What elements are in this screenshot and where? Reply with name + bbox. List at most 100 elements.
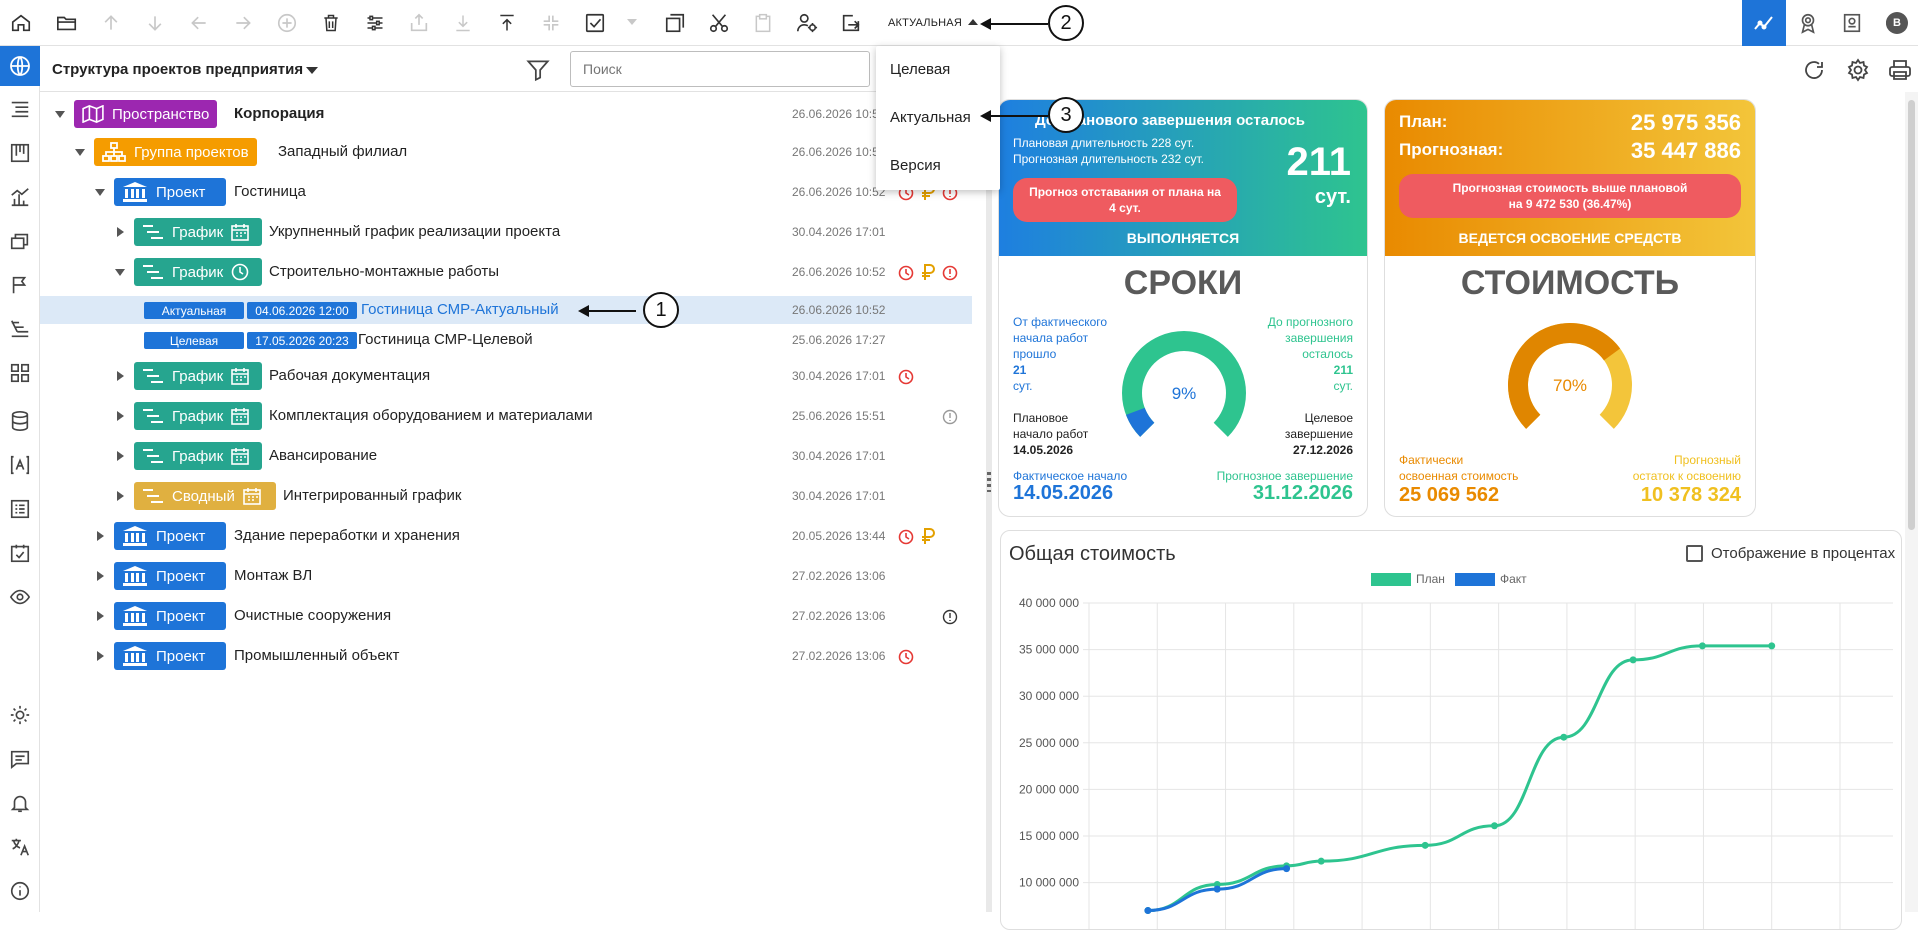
chat-icon[interactable] [7,746,33,772]
series-point-1[interactable] [1144,907,1152,915]
tree-title[interactable]: Структура проектов предприятия [52,61,303,78]
tree-row[interactable]: Пространство Корпорация 26.06.2026 10:52 [40,96,972,132]
expand-toggle[interactable] [94,186,106,198]
refresh-icon[interactable] [1800,56,1828,84]
translate-icon[interactable] [7,834,33,860]
text-field-icon[interactable] [7,452,33,478]
download-icon[interactable] [448,8,478,38]
node-name[interactable]: Западный филиал [278,143,407,160]
dropdown-arrow-icon[interactable] [622,8,642,38]
info-icon[interactable] [7,878,33,904]
tree-row[interactable]: График Строительно-монтажные работы 26.0… [40,254,972,290]
trend-chart-icon[interactable] [1742,0,1786,46]
globe-icon[interactable] [0,46,40,86]
delete-icon[interactable] [316,8,346,38]
move-up-icon[interactable] [96,8,126,38]
grid-icon[interactable] [7,360,33,386]
expand-toggle[interactable] [114,370,126,382]
award-icon[interactable] [1786,0,1830,46]
tree-row[interactable]: Группа проектов Западный филиал 26.06.20… [40,134,972,170]
node-name[interactable]: Строительно-монтажные работы [269,263,499,280]
avatar-b[interactable]: B [1886,12,1908,34]
paste-icon[interactable] [748,8,778,38]
search-input[interactable] [570,51,870,87]
series-point-0[interactable] [1490,822,1498,830]
node-name[interactable]: Укрупненный график реализации проекта [269,223,560,240]
tree-row[interactable]: Сводный Интегрированный график 30.04.202… [40,478,972,514]
sun-icon[interactable] [7,702,33,728]
tree-row[interactable]: Проект Здание переработки и хранения 20.… [40,518,972,554]
scrollbar-thumb[interactable] [1908,100,1915,530]
move-left-icon[interactable] [184,8,214,38]
print-icon[interactable] [1886,56,1914,84]
export-box-icon[interactable] [836,8,866,38]
node-name[interactable]: Промышленный объект [234,647,399,664]
splitter-grip-icon[interactable] [987,472,991,492]
expand-toggle[interactable] [94,610,106,622]
tree-row[interactable]: График Рабочая документация 30.04.2026 1… [40,358,972,394]
legend-label-fact[interactable]: Факт [1500,572,1527,586]
upload-icon[interactable] [492,8,522,38]
expand-toggle[interactable] [94,570,106,582]
expand-toggle[interactable] [94,650,106,662]
export-up-icon[interactable] [404,8,434,38]
open-folder-icon[interactable] [52,8,82,38]
tree-row-selected[interactable]: Актуальная 04.06.2026 12:00 Гостиница СМ… [40,296,972,324]
expand-toggle[interactable] [114,226,126,238]
move-right-icon[interactable] [228,8,258,38]
copy-icon[interactable] [660,8,690,38]
user-settings-icon[interactable] [792,8,822,38]
menu-item-actual[interactable]: Актуальная [890,109,971,126]
settings-icon[interactable] [1844,56,1872,84]
series-point-0[interactable] [1629,656,1637,664]
menu-item-version[interactable]: Версия [890,157,941,174]
tree-title-dropdown-icon[interactable] [306,67,318,74]
series-point-0[interactable] [1560,733,1568,741]
tree-row[interactable]: Проект Очистные сооружения 27.02.2026 13… [40,598,972,634]
version-selector[interactable]: АКТУАЛЬНАЯ [888,17,962,29]
tree-row[interactable]: Проект Монтаж ВЛ 27.02.2026 13:06 [40,558,972,594]
bell-icon[interactable] [7,790,33,816]
series-point-0[interactable] [1317,857,1325,865]
node-name[interactable]: Монтаж ВЛ [234,567,312,584]
percent-toggle-label[interactable]: Отображение в процентах [1711,545,1895,562]
series-point-0[interactable] [1768,642,1776,650]
expand-toggle[interactable] [114,410,126,422]
expand-toggle[interactable] [74,146,86,158]
tree-row[interactable]: График Авансирование 30.04.2026 17:01 [40,438,972,474]
tree-row[interactable]: Проект Гостиница 26.06.2026 10:52 [40,174,972,210]
node-name[interactable]: Гостиница СМР-Актуальный [361,301,559,318]
kanban-icon[interactable] [7,140,33,166]
series-point-1[interactable] [1283,865,1291,873]
tree-row[interactable]: График Комплектация оборудованием и мате… [40,398,972,434]
tree-row[interactable]: Проект Промышленный объект 27.02.2026 13… [40,638,972,674]
expand-toggle[interactable] [114,490,126,502]
tree-row[interactable]: Целевая 17.05.2026 20:23 Гостиница СМР-Ц… [40,326,972,354]
certificate-icon[interactable] [1830,0,1874,46]
expand-toggle[interactable] [54,108,66,120]
move-down-icon[interactable] [140,8,170,38]
add-circle-icon[interactable] [272,8,302,38]
home-icon[interactable] [6,8,36,38]
expand-toggle[interactable] [114,450,126,462]
cut-icon[interactable] [704,8,734,38]
filter-icon[interactable] [524,56,552,84]
menu-item-target[interactable]: Целевая [890,61,950,78]
calendar-check-icon[interactable] [7,540,33,566]
tree-row[interactable]: График Укрупненный график реализации про… [40,214,972,250]
gantt-icon[interactable] [7,316,33,342]
node-name[interactable]: Комплектация оборудованием и материалами [269,407,593,424]
node-name[interactable]: Корпорация [234,105,324,122]
node-name[interactable]: Здание переработки и хранения [234,527,460,544]
database-icon[interactable] [7,408,33,434]
expand-toggle[interactable] [94,530,106,542]
node-name[interactable]: Авансирование [269,447,377,464]
series-point-1[interactable] [1213,885,1221,893]
flag-icon[interactable] [7,272,33,298]
node-name[interactable]: Интегрированный график [283,487,461,504]
windows-icon[interactable] [7,228,33,254]
percent-checkbox[interactable] [1686,545,1703,562]
version-caret-icon[interactable] [968,19,978,25]
sliders-icon[interactable] [360,8,390,38]
list-indent-icon[interactable] [7,96,33,122]
